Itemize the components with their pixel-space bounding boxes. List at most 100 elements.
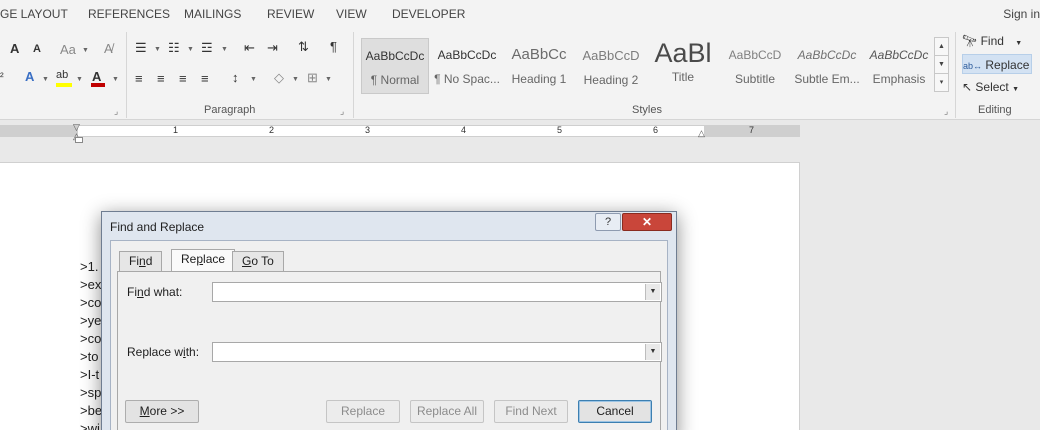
document-line: >be: [80, 403, 103, 418]
justify-icon[interactable]: ≡: [201, 72, 209, 85]
help-button[interactable]: ?: [595, 213, 621, 231]
style-name: Heading 1: [511, 72, 567, 86]
tab-references[interactable]: REFERENCES: [88, 7, 170, 21]
style-sample: AaBbCc: [511, 46, 567, 63]
numbering-icon[interactable]: ☷: [168, 41, 180, 54]
tab-find[interactable]: Find: [119, 251, 163, 271]
find-next-button[interactable]: Find Next: [494, 400, 568, 423]
align-right-icon[interactable]: ≡: [179, 72, 187, 85]
ribbon-tab-bar: GE LAYOUT REFERENCES MAILINGS REVIEW VIE…: [0, 0, 1040, 28]
style-sample: AaBbCcDc: [797, 48, 857, 62]
tab-mailings[interactable]: MAILINGS: [184, 7, 241, 21]
style-emphasis[interactable]: AaBbCcDc Emphasis: [865, 38, 933, 94]
change-case-icon[interactable]: Aa: [60, 43, 76, 56]
horizontal-ruler[interactable]: 1 2 3 4 5 6 7 ▽ △ △: [0, 122, 800, 141]
chevron-down-icon: ▼: [292, 76, 299, 83]
tab-view[interactable]: VIEW: [336, 7, 367, 21]
paragraph-dialog-launcher-icon[interactable]: ⌟: [340, 106, 344, 117]
bullets-icon[interactable]: ☰: [135, 41, 147, 54]
close-button[interactable]: ✕: [622, 213, 672, 231]
styles-scroll-up-icon[interactable]: ▲: [934, 37, 949, 56]
grow-font-icon[interactable]: A: [10, 42, 19, 55]
style-name: Title: [671, 70, 695, 84]
style-no-spacing[interactable]: AaBbCcDc ¶ No Spac...: [433, 38, 501, 94]
label-part: d what:: [143, 285, 183, 299]
tab-label-part: Re: [181, 252, 197, 266]
highlight-color-bar: [56, 83, 72, 87]
style-title[interactable]: AaBl Title: [649, 38, 717, 94]
text-effects-icon[interactable]: A: [25, 70, 34, 83]
divider: [353, 32, 354, 118]
chevron-down-icon[interactable]: ▼: [645, 284, 660, 300]
label-mnemonic: n: [137, 285, 144, 299]
clear-formatting-icon[interactable]: A̸: [104, 42, 113, 55]
multilevel-list-icon[interactable]: ☲: [201, 41, 213, 54]
find-what-label: Find what:: [127, 285, 182, 299]
chevron-down-icon: ▼: [325, 76, 332, 83]
chevron-down-icon: ▼: [221, 46, 228, 53]
replace-with-input[interactable]: ▼: [212, 342, 662, 362]
tab-label-part: d: [145, 254, 153, 268]
tab-developer[interactable]: DEVELOPER: [392, 7, 465, 21]
right-indent-marker-icon[interactable]: △: [698, 128, 705, 139]
replace-button[interactable]: ab↔ Replace: [962, 54, 1032, 74]
show-formatting-marks-icon[interactable]: ¶: [330, 40, 337, 53]
borders-icon[interactable]: ⊞: [307, 71, 318, 84]
divider: [955, 32, 956, 118]
decrease-indent-icon[interactable]: ⇤: [244, 41, 255, 54]
tab-label-part: o To: [251, 254, 274, 268]
styles-more-icon[interactable]: ▾: [934, 73, 949, 92]
cancel-button[interactable]: Cancel: [578, 400, 652, 423]
replace-icon: ab↔: [963, 61, 983, 71]
tab-page-layout[interactable]: GE LAYOUT: [0, 7, 68, 21]
highlight-icon[interactable]: ab: [56, 70, 68, 81]
style-normal[interactable]: AaBbCcDc ¶ Normal: [361, 38, 429, 94]
font-dialog-launcher-icon[interactable]: ⌟: [114, 106, 118, 117]
superscript-icon[interactable]: ²: [0, 72, 4, 83]
style-subtle-emphasis[interactable]: AaBbCcDc Subtle Em...: [793, 38, 861, 94]
style-name: Emphasis: [872, 72, 926, 86]
style-heading-1[interactable]: AaBbCc Heading 1: [505, 38, 573, 94]
style-subtitle[interactable]: AaBbCcD Subtitle: [721, 38, 789, 94]
align-center-icon[interactable]: ≡: [157, 72, 165, 85]
document-line: >sp: [80, 385, 102, 400]
chevron-down-icon[interactable]: ▼: [645, 344, 660, 360]
styles-dialog-launcher-icon[interactable]: ⌟: [944, 106, 948, 117]
paragraph-group-label: Paragraph: [204, 104, 256, 116]
tab-replace[interactable]: Replace: [171, 249, 236, 272]
line-spacing-icon[interactable]: ↕: [232, 71, 239, 84]
replace-action-button[interactable]: Replace: [326, 400, 400, 423]
cursor-icon: ↖: [962, 80, 973, 94]
sort-icon[interactable]: ⇅: [298, 40, 309, 53]
shading-icon[interactable]: ◇: [274, 71, 284, 84]
shrink-font-icon[interactable]: A: [33, 44, 41, 55]
style-name: ¶ Normal: [370, 73, 420, 87]
left-indent-box-icon[interactable]: [75, 137, 83, 143]
replace-all-button[interactable]: Replace All: [410, 400, 484, 423]
find-button[interactable]: 🔭︎ Find ▼: [962, 31, 1022, 51]
tab-review[interactable]: REVIEW: [267, 7, 314, 21]
style-heading-2[interactable]: AaBbCcD Heading 2: [577, 38, 645, 94]
tab-go-to[interactable]: Go To: [232, 251, 284, 271]
style-name: Subtitle: [734, 72, 776, 86]
more-button[interactable]: More >>: [125, 400, 199, 423]
dialog-title: Find and Replace: [110, 220, 205, 234]
chevron-down-icon: ▼: [1012, 86, 1020, 93]
tab-label-part: Fi: [129, 254, 139, 268]
style-sample: AaBl: [654, 38, 712, 68]
style-name: Heading 2: [583, 73, 639, 87]
sign-in-link[interactable]: Sign in: [1003, 7, 1040, 21]
style-sample: AaBbCcDc: [365, 49, 425, 63]
font-color-icon[interactable]: A: [92, 70, 101, 83]
increase-indent-icon[interactable]: ⇥: [267, 41, 278, 54]
find-replace-dialog: Find and Replace ? ✕ Find Replace Go To …: [101, 211, 677, 430]
divider: [126, 32, 127, 118]
ruler-margin-left: [0, 126, 78, 136]
style-sample: AaBbCcDc: [437, 48, 497, 62]
align-left-icon[interactable]: ≡: [135, 72, 143, 85]
tab-label-mnemonic: G: [242, 254, 252, 268]
document-line: >to: [80, 349, 99, 364]
styles-scroll-down-icon[interactable]: ▼: [934, 55, 949, 74]
find-what-input[interactable]: ▼: [212, 282, 662, 302]
select-button[interactable]: ↖ Select ▼: [962, 77, 1019, 97]
